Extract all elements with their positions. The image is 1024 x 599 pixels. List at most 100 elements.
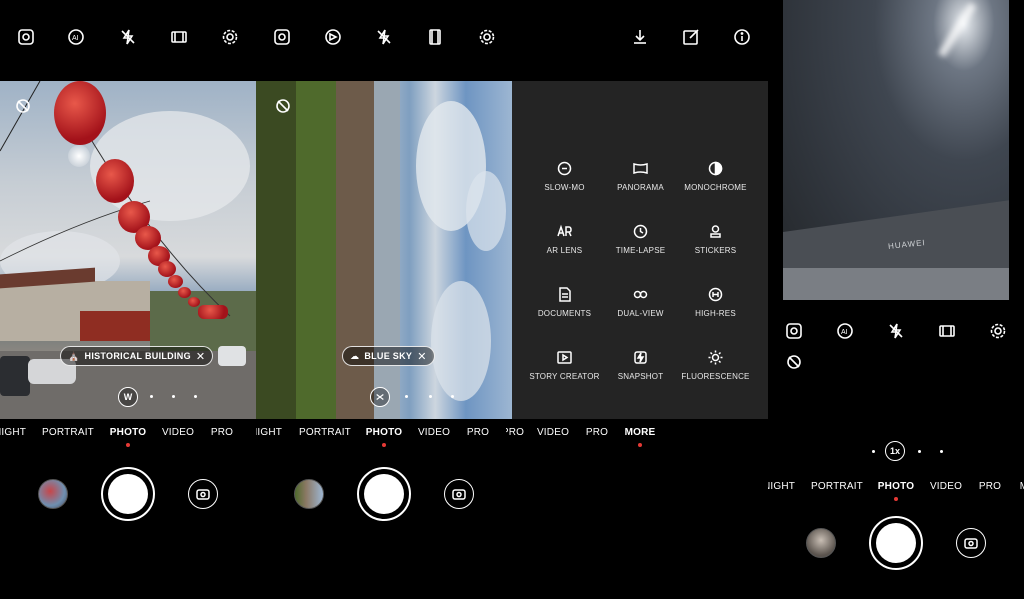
scene-label: BLUE SKY — [364, 351, 413, 361]
flash-off-icon[interactable] — [117, 26, 139, 48]
switch-camera-button[interactable] — [956, 528, 986, 558]
lens-icon — [272, 95, 294, 117]
lens-icon — [783, 351, 805, 373]
mode-tab-pro[interactable]: PRO — [211, 427, 233, 438]
mode-stickers[interactable]: STICKERS — [673, 224, 758, 255]
mode-snapshot[interactable]: SNAPSHOT — [598, 350, 683, 381]
mode-label: DOCUMENTS — [537, 309, 592, 318]
story-creator-icon — [557, 351, 572, 364]
viewfinder-3[interactable]: HUAWEI — [783, 0, 1009, 300]
film-icon[interactable] — [424, 26, 446, 48]
active-mode-indicator — [382, 443, 386, 447]
mode-tab-night[interactable]: NIGHT — [0, 427, 26, 438]
high-res-icon — [708, 287, 723, 302]
mode-tab-portrait[interactable]: PORTRAIT — [299, 427, 351, 438]
mode-story-creator[interactable]: STORY CREATOR — [522, 350, 607, 381]
download-icon[interactable] — [629, 26, 651, 48]
mode-time-lapse[interactable]: TIME-LAPSE — [598, 224, 683, 255]
svg-text:AI: AI — [841, 329, 848, 336]
mode-tab-portrait[interactable]: PORTRAIT — [42, 427, 94, 438]
monochrome-icon — [708, 161, 723, 176]
more-modes-panel: SLOW-MO PANORAMA MONOCHROME AR LENS TIME-LAP… — [512, 81, 768, 419]
cloud-icon: ☁ — [350, 350, 360, 361]
stickers-icon — [710, 225, 721, 238]
mode-tab-photo[interactable]: PHOTO — [110, 427, 146, 438]
mode-documents[interactable]: DOCUMENTS — [522, 287, 607, 318]
mode-label: HIGH-RES — [695, 309, 736, 318]
panorama-icon — [633, 162, 648, 175]
scene-badge[interactable]: ⛪ HISTORICAL BUILDING ✕ — [60, 346, 214, 366]
gallery-thumbnail[interactable] — [806, 528, 836, 558]
hdr-icon[interactable] — [15, 26, 37, 48]
active-mode-indicator — [638, 443, 642, 447]
mode-tab-photo[interactable]: PHOTO — [878, 481, 914, 492]
mode-tab-portrait[interactable]: PORTRAIT — [811, 481, 863, 492]
mode-tab-night[interactable]: NIGHT — [256, 427, 282, 438]
mode-tab-video[interactable]: VIDEO — [418, 427, 450, 438]
switch-camera-button[interactable] — [188, 479, 218, 509]
gallery-thumbnail[interactable] — [294, 479, 324, 509]
mode-tab-night[interactable]: NIGHT — [768, 481, 795, 492]
fluorescence-icon — [708, 350, 723, 365]
mode-tab-pro[interactable]: PRO — [506, 427, 524, 438]
flash-off-icon[interactable] — [373, 26, 395, 48]
close-icon[interactable]: ✕ — [417, 350, 427, 363]
aspect-icon[interactable] — [936, 320, 958, 342]
hdr-icon[interactable] — [783, 320, 805, 342]
aperture-icon[interactable] — [322, 26, 344, 48]
mode-monochrome[interactable]: MONOCHROME — [673, 161, 758, 192]
mode-panorama[interactable]: PANORAMA — [598, 161, 683, 192]
shutter-button[interactable] — [101, 467, 155, 521]
edit-icon[interactable] — [680, 26, 702, 48]
scene-label: HISTORICAL BUILDING — [84, 351, 191, 361]
mode-label: SLOW-MO — [544, 183, 585, 192]
viewfinder-2[interactable]: ☁ BLUE SKY ✕ — [256, 81, 512, 419]
mode-tab-m[interactable]: M — [1020, 481, 1024, 492]
shutter-button[interactable] — [869, 516, 923, 570]
flash-off-icon[interactable] — [885, 320, 907, 342]
active-mode-indicator — [126, 443, 130, 447]
mode-label: SNAPSHOT — [617, 372, 664, 381]
scene-badge[interactable]: ☁ BLUE SKY ✕ — [342, 346, 435, 366]
gallery-thumbnail[interactable] — [38, 479, 68, 509]
lens-icon — [12, 95, 34, 117]
ai-icon[interactable]: AI — [834, 320, 856, 342]
mode-fluorescence[interactable]: FLUORESCENCE — [673, 350, 758, 381]
mode-label: FLUORESCENCE — [681, 372, 750, 381]
scene-icon: ⛪ — [68, 350, 80, 361]
mode-tab-video[interactable]: VIDEO — [537, 427, 569, 438]
mode-high-res[interactable]: HIGH-RES — [673, 287, 758, 318]
switch-camera-button[interactable] — [444, 479, 474, 509]
zoom-button[interactable] — [370, 387, 390, 407]
mode-slow-mo[interactable]: SLOW-MO — [522, 161, 607, 192]
info-icon[interactable] — [731, 26, 753, 48]
snapshot-icon — [634, 351, 647, 364]
shutter-button[interactable] — [357, 467, 411, 521]
mode-tab-more[interactable]: MORE — [625, 427, 656, 438]
mode-label: PANORAMA — [617, 183, 664, 192]
svg-text:AI: AI — [72, 35, 79, 42]
mode-tab-video[interactable]: VIDEO — [930, 481, 962, 492]
settings-icon[interactable] — [476, 26, 498, 48]
zoom-button[interactable]: 1x — [885, 441, 905, 461]
mode-label: STICKERS — [694, 246, 737, 255]
mode-label: DUAL-VIEW — [617, 309, 664, 318]
settings-icon[interactable] — [987, 320, 1009, 342]
mode-tab-pro[interactable]: PRO — [586, 427, 608, 438]
mode-tab-video[interactable]: VIDEO — [162, 427, 194, 438]
mode-dual-view[interactable]: DUAL-VIEW — [598, 287, 683, 318]
mode-tab-photo[interactable]: PHOTO — [366, 427, 402, 438]
aspect-icon[interactable] — [168, 26, 190, 48]
mode-ar-lens[interactable]: AR LENS — [522, 224, 607, 255]
ai-icon[interactable]: AI — [65, 26, 87, 48]
zoom-button[interactable]: W — [118, 387, 138, 407]
settings-icon[interactable] — [219, 26, 241, 48]
hdr-icon[interactable] — [271, 26, 293, 48]
mode-label: AR LENS — [546, 246, 583, 255]
viewfinder-1[interactable]: ⛪ HISTORICAL BUILDING ✕ W — [0, 81, 256, 419]
mode-tab-pro[interactable]: PRO — [979, 481, 1001, 492]
close-icon[interactable]: ✕ — [196, 350, 206, 363]
mode-tab-pro[interactable]: PRO — [467, 427, 489, 438]
dual-view-icon — [633, 290, 648, 299]
mode-label: STORY CREATOR — [529, 372, 600, 381]
